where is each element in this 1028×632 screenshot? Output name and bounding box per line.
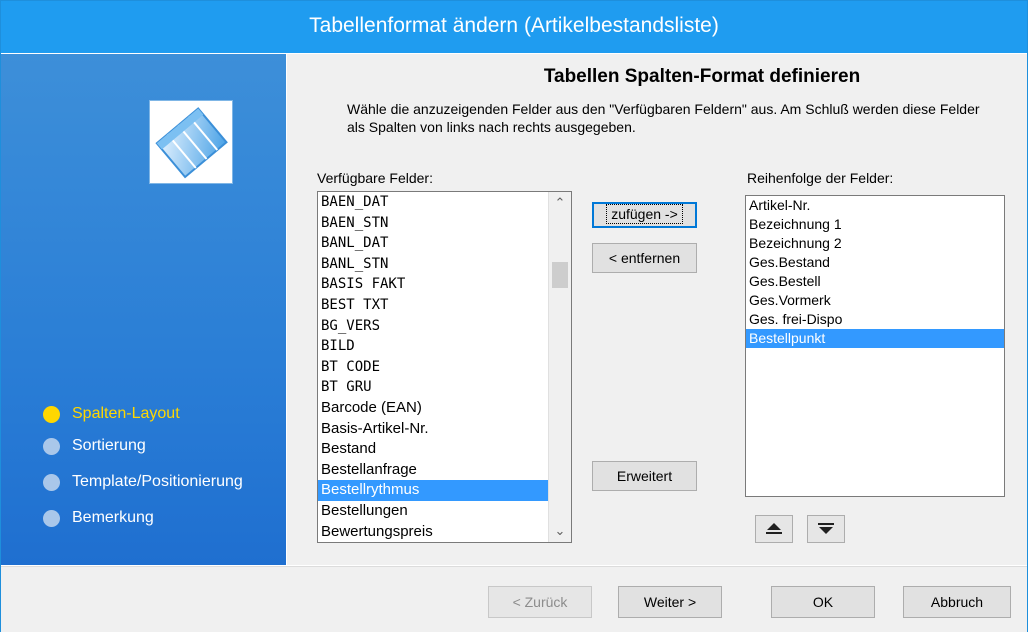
available-field-item[interactable]: Bestand xyxy=(318,439,571,460)
available-fields-list[interactable]: BAEN_DAT BAEN_STN BANL_DAT BANL_STN BASIS FA… xyxy=(317,191,572,543)
step-sortierung: Sortierung xyxy=(43,434,146,458)
step-label: Sortierung xyxy=(72,437,146,454)
move-down-icon xyxy=(818,523,834,534)
step-bemerkung: Bemerkung xyxy=(43,506,154,530)
add-field-button[interactable]: zufügen -> xyxy=(592,202,697,228)
ok-button[interactable]: OK xyxy=(771,586,875,618)
cancel-button[interactable]: Abbruch xyxy=(903,586,1011,618)
step-label: Bemerkung xyxy=(72,509,154,526)
description-text: Wähle die anzuzeigenden Felder aus den "… xyxy=(347,101,980,135)
move-up-button[interactable] xyxy=(755,515,793,543)
title-bar: Tabellenformat ändern (Artikelbestandsli… xyxy=(1,1,1027,53)
available-field-item[interactable]: Bestellanfrage xyxy=(318,460,571,481)
available-field-item[interactable]: Bewertungspreis xyxy=(318,522,571,543)
add-field-label: zufügen -> xyxy=(606,204,683,224)
available-field-item[interactable]: BILD xyxy=(318,336,571,357)
available-field-item[interactable]: BAEN_DAT xyxy=(318,192,571,213)
step-label: Template/Positionierung xyxy=(72,473,243,490)
available-field-item[interactable]: BT CODE xyxy=(318,357,571,378)
step-active-dot xyxy=(43,405,60,423)
available-field-item[interactable]: Basis-Artikel-Nr. xyxy=(318,419,571,440)
dialog-window: Tabellenformat ändern (Artikelbestandsli… xyxy=(0,0,1028,632)
available-field-item[interactable]: BAEN_STN xyxy=(318,213,571,234)
available-field-item[interactable]: Bestellrythmus xyxy=(318,480,571,501)
available-field-item[interactable]: Bestellungen xyxy=(318,501,571,522)
available-fields-label: Verfügbare Felder: xyxy=(317,170,433,186)
step-dot xyxy=(43,437,60,455)
ordered-field-item[interactable]: Ges.Bestell xyxy=(746,272,1004,291)
extended-button[interactable]: Erweitert xyxy=(592,461,697,491)
available-fields-items: BAEN_DAT BAEN_STN BANL_DAT BANL_STN BASIS FA… xyxy=(318,192,571,542)
step-label: Spalten-Layout xyxy=(72,405,180,422)
available-field-item[interactable]: BT GRU xyxy=(318,377,571,398)
step-template-positionierung: Template/Positionierung xyxy=(43,470,243,494)
back-button[interactable]: < Zurück xyxy=(488,586,592,618)
ordered-field-item[interactable]: Bestellpunkt xyxy=(746,329,1004,348)
remove-field-button[interactable]: < entfernen xyxy=(592,243,697,273)
scroll-up-icon[interactable]: ⌃ xyxy=(549,192,571,214)
available-field-item[interactable]: BANL_STN xyxy=(318,254,571,275)
move-down-button[interactable] xyxy=(807,515,845,543)
field-order-items: Artikel-Nr. Bezeichnung 1 Bezeichnung 2 Ges… xyxy=(746,196,1004,348)
ordered-field-item[interactable]: Ges.Vormerk xyxy=(746,291,1004,310)
ordered-field-item[interactable]: Bezeichnung 1 xyxy=(746,215,1004,234)
field-order-label: Reihenfolge der Felder: xyxy=(747,170,894,186)
move-up-icon xyxy=(766,523,782,534)
dialog-footer: < Zurück Weiter > OK Abbruch xyxy=(1,566,1027,632)
main-panel: Tabellen Spalten-Format definieren Wähle… xyxy=(287,54,1027,565)
next-button[interactable]: Weiter > xyxy=(618,586,722,618)
ordered-field-item[interactable]: Ges. frei-Dispo xyxy=(746,310,1004,329)
available-field-item[interactable]: BASIS FAKT xyxy=(318,274,571,295)
step-spalten-layout: Spalten-Layout xyxy=(43,402,180,426)
field-order-list[interactable]: Artikel-Nr. Bezeichnung 1 Bezeichnung 2 Ges… xyxy=(745,195,1005,497)
available-field-item[interactable]: BANL_DAT xyxy=(318,233,571,254)
available-field-item[interactable]: BEST TXT xyxy=(318,295,571,316)
ordered-field-item[interactable]: Artikel-Nr. xyxy=(746,196,1004,215)
page-title: Tabellen Spalten-Format definieren xyxy=(543,66,861,87)
ordered-field-item[interactable]: Ges.Bestand xyxy=(746,253,1004,272)
step-dot xyxy=(43,473,60,491)
available-field-item[interactable]: BG_VERS xyxy=(318,316,571,337)
step-dot xyxy=(43,509,60,527)
ordered-field-item[interactable]: Bezeichnung 2 xyxy=(746,234,1004,253)
available-fields-scrollbar[interactable]: ⌃ ⌄ xyxy=(548,192,571,542)
table-format-logo-icon xyxy=(149,100,233,184)
scroll-down-icon[interactable]: ⌄ xyxy=(549,520,571,542)
scroll-thumb[interactable] xyxy=(552,262,568,288)
wizard-sidebar: Spalten-Layout Sortierung Template/Posit… xyxy=(1,54,286,565)
available-field-item[interactable]: Barcode (EAN) xyxy=(318,398,571,419)
